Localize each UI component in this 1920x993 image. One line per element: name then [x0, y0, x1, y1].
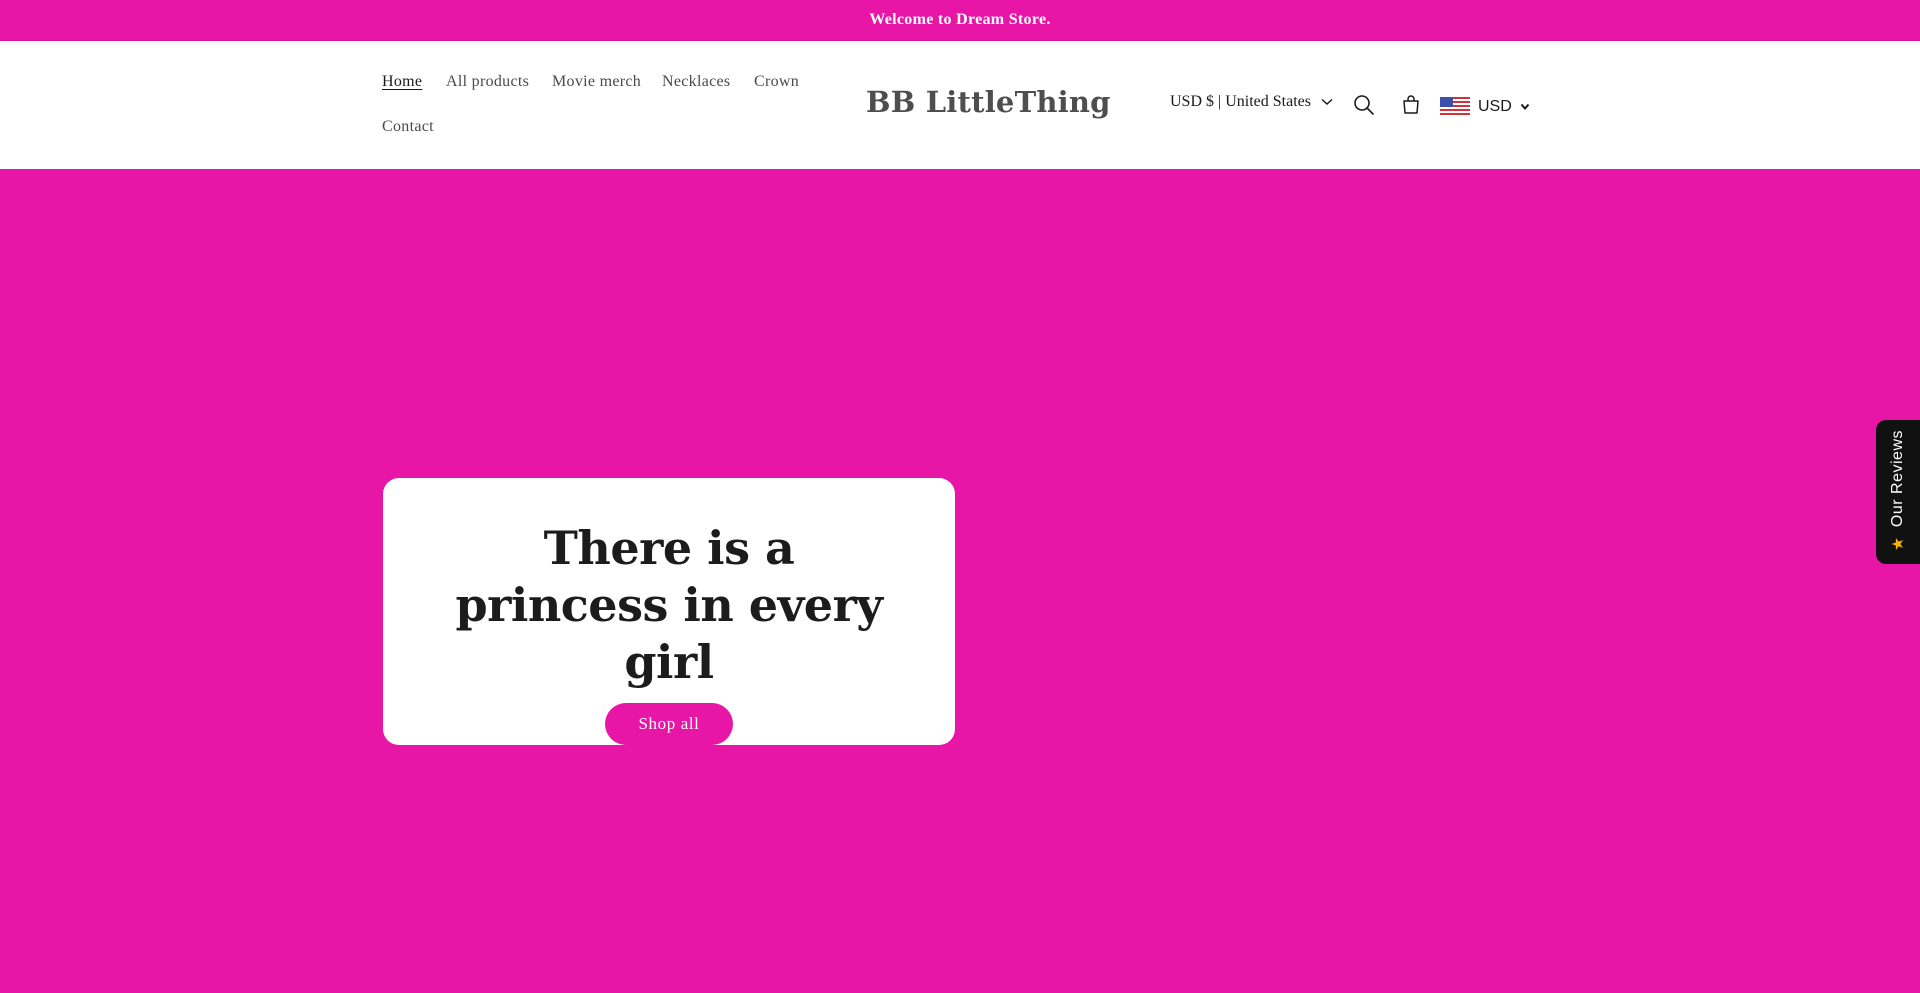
- us-flag-icon: [1440, 97, 1470, 117]
- announcement-text: Welcome to Dream Store.: [869, 11, 1051, 28]
- nav-item-movie-merch[interactable]: Movie merch: [552, 73, 641, 91]
- announcement-bar: Welcome to Dream Store.: [0, 0, 1920, 41]
- site-header: Home All products Movie merch Necklaces …: [0, 41, 1920, 169]
- cart-button[interactable]: [1395, 89, 1427, 121]
- chevron-down-icon: [1321, 98, 1333, 106]
- nav-item-contact[interactable]: Contact: [382, 118, 434, 136]
- reviews-tab-label: Our Reviews: [1889, 430, 1906, 528]
- shop-all-button[interactable]: Shop all: [605, 703, 733, 745]
- search-button[interactable]: [1348, 89, 1380, 121]
- nav-item-necklaces[interactable]: Necklaces: [662, 73, 730, 91]
- store-logo[interactable]: BB LittleThing: [866, 85, 1111, 119]
- cart-icon: [1403, 95, 1419, 114]
- reviews-tab[interactable]: Our Reviews ★: [1876, 420, 1920, 564]
- currency-code: USD: [1478, 98, 1512, 115]
- country-selector[interactable]: USD $ | United States: [1170, 93, 1333, 111]
- nav-item-home[interactable]: Home: [382, 73, 422, 91]
- country-selector-label: USD $ | United States: [1170, 93, 1311, 110]
- currency-switcher[interactable]: USD: [1440, 97, 1530, 117]
- search-icon: [1354, 95, 1374, 115]
- hero-title: There is a princess in every girl: [455, 521, 883, 689]
- nav-item-crown[interactable]: Crown: [754, 73, 799, 91]
- chevron-down-icon: [1520, 103, 1530, 111]
- nav-item-all-products[interactable]: All products: [446, 73, 529, 91]
- hero-card: There is a princess in every girl Shop a…: [383, 478, 955, 745]
- star-icon: ★: [1890, 536, 1907, 551]
